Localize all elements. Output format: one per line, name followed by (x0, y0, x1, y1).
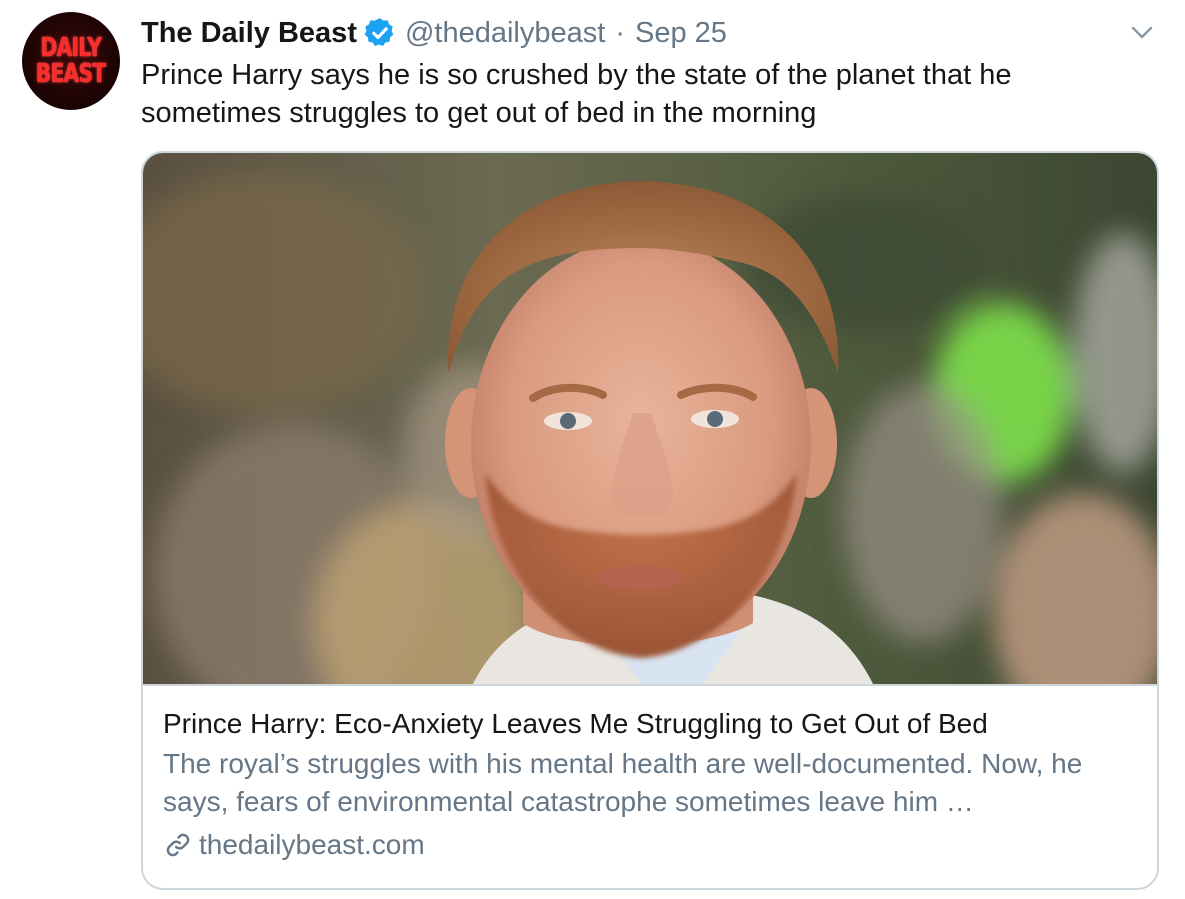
tweet-date[interactable]: Sep 25 (635, 17, 727, 50)
avatar-logo-line-1: DAILY (40, 33, 102, 63)
avatar-logo-line-2: BEAST (36, 59, 106, 89)
tweet-header: The Daily Beast @thedailybeast · Sep 25 (141, 14, 727, 52)
avatar[interactable]: DAILY BEAST (22, 12, 120, 110)
display-name[interactable]: The Daily Beast (141, 17, 357, 50)
handle[interactable]: @thedailybeast (405, 17, 605, 50)
tweet-text: Prince Harry says he is so crushed by th… (141, 59, 1012, 129)
card-body: Prince Harry: Eco-Anxiety Leaves Me Stru… (163, 705, 1143, 864)
card-description: The royal’s struggles with his mental he… (163, 748, 1083, 817)
tweet[interactable]: DAILY BEAST The Daily Beast @thedailybea… (0, 0, 1185, 899)
verified-badge-icon (364, 18, 394, 47)
link-card[interactable]: Prince Harry: Eco-Anxiety Leaves Me Stru… (141, 151, 1159, 890)
chevron-down-icon[interactable] (1128, 20, 1156, 44)
card-domain-text: thedailybeast.com (199, 829, 425, 860)
card-domain[interactable]: thedailybeast.com (163, 826, 1143, 864)
separator-dot: · (615, 16, 625, 49)
card-title[interactable]: Prince Harry: Eco-Anxiety Leaves Me Stru… (163, 705, 1143, 743)
link-icon (166, 833, 190, 857)
card-image[interactable] (143, 153, 1157, 686)
